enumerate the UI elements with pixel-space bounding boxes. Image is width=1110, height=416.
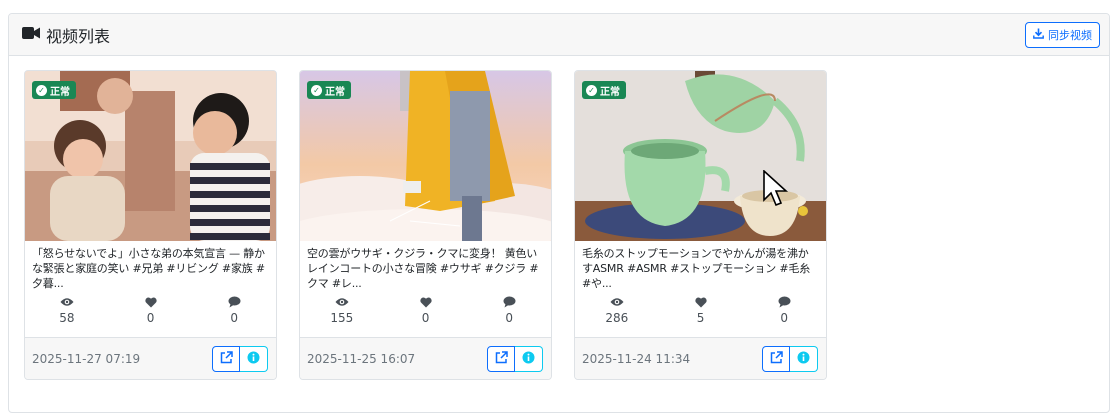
external-link-icon <box>220 349 233 368</box>
sync-videos-label: 同步视频 <box>1048 28 1092 42</box>
comments-stat: 0 <box>192 295 276 337</box>
heart-icon <box>694 295 708 309</box>
open-link-button[interactable] <box>762 345 790 372</box>
info-button[interactable] <box>240 345 268 372</box>
status-badge: ✓ 正常 <box>32 81 76 99</box>
video-camera-icon <box>22 25 40 44</box>
external-link-icon <box>770 349 783 368</box>
comments-count: 0 <box>505 311 513 325</box>
eye-icon <box>610 295 624 309</box>
eye-icon <box>335 295 349 309</box>
card-actions <box>212 345 268 372</box>
video-description: 「怒らせないでよ」小さな弟の本気宣言 — 静かな緊張と家庭の笑い #兄弟 #リビ… <box>32 247 265 290</box>
likes-count: 5 <box>696 311 705 325</box>
video-stats: 155 0 0 <box>300 291 551 337</box>
info-button[interactable] <box>790 345 818 372</box>
video-card: ✓ 正常 毛糸のストップモーションでやかんが湯を沸かすASMR #ASMR #ス… <box>574 70 827 380</box>
comment-icon <box>227 295 241 309</box>
comments-count: 0 <box>230 311 238 325</box>
card-actions <box>762 345 818 372</box>
views-stat: 155 <box>300 295 384 337</box>
eye-icon <box>60 295 74 309</box>
open-link-button[interactable] <box>487 345 515 372</box>
publish-date: 2025-11-27 07:19 <box>32 351 141 366</box>
likes-stat: 5 <box>659 295 743 337</box>
download-icon <box>1033 28 1044 42</box>
check-circle-icon: ✓ <box>36 84 47 96</box>
info-icon <box>522 349 535 368</box>
views-count: 286 <box>605 311 629 325</box>
comments-stat: 0 <box>742 295 826 337</box>
video-list-panel: 视频列表 同步视频 ✓ 正常 「怒らせないでよ」小さな弟の本気宣言 — 静かな緊… <box>8 13 1110 413</box>
likes-stat: 0 <box>109 295 193 337</box>
mouse-cursor-icon <box>763 169 789 212</box>
publish-date: 2025-11-25 16:07 <box>307 351 416 366</box>
video-description: 空の雲がウサギ・クジラ・クマに変身！ 黄色いレインコートの小さな冒険 #ウサギ … <box>307 247 539 290</box>
panel-title: 视频列表 <box>22 23 110 47</box>
comment-icon <box>777 295 791 309</box>
check-circle-icon: ✓ <box>586 84 597 96</box>
card-actions <box>487 345 543 372</box>
status-badge-label: 正常 <box>50 86 70 98</box>
video-description: 毛糸のストップモーションでやかんが湯を沸かすASMR #ASMR #ストップモー… <box>582 247 811 290</box>
views-stat: 58 <box>25 295 109 337</box>
status-badge: ✓ 正常 <box>582 81 626 99</box>
info-button[interactable] <box>515 345 543 372</box>
video-thumbnail[interactable]: ✓ 正常 <box>575 71 826 241</box>
status-badge-label: 正常 <box>600 86 620 98</box>
likes-count: 0 <box>146 311 155 325</box>
open-link-button[interactable] <box>212 345 240 372</box>
heart-icon <box>144 295 158 309</box>
video-card-list: ✓ 正常 「怒らせないでよ」小さな弟の本気宣言 — 静かな緊張と家庭の笑い #兄… <box>24 70 827 380</box>
video-thumbnail[interactable]: ✓ 正常 <box>25 71 276 241</box>
video-stats: 286 5 0 <box>575 291 826 337</box>
check-circle-icon: ✓ <box>311 84 322 96</box>
comment-icon <box>502 295 516 309</box>
likes-count: 0 <box>421 311 430 325</box>
status-badge-label: 正常 <box>325 86 345 98</box>
comments-count: 0 <box>780 311 788 325</box>
video-thumbnail[interactable]: ✓ 正常 <box>300 71 551 241</box>
info-icon <box>797 349 810 368</box>
video-card: ✓ 正常 「怒らせないでよ」小さな弟の本気宣言 — 静かな緊張と家庭の笑い #兄… <box>24 70 277 380</box>
comments-stat: 0 <box>467 295 551 337</box>
heart-icon <box>419 295 433 309</box>
views-stat: 286 <box>575 295 659 337</box>
card-footer: 2025-11-25 16:07 <box>300 337 551 379</box>
external-link-icon <box>495 349 508 368</box>
panel-header: 视频列表 同步视频 <box>9 14 1109 56</box>
panel-title-text: 视频列表 <box>46 26 111 46</box>
info-icon <box>247 349 260 368</box>
card-footer: 2025-11-27 07:19 <box>25 337 276 379</box>
video-card: ✓ 正常 空の雲がウサギ・クジラ・クマに変身！ 黄色いレインコートの小さな冒険 … <box>299 70 552 380</box>
likes-stat: 0 <box>384 295 468 337</box>
card-footer: 2025-11-24 11:34 <box>575 337 826 379</box>
status-badge: ✓ 正常 <box>307 81 351 99</box>
sync-videos-button[interactable]: 同步视频 <box>1025 21 1100 48</box>
publish-date: 2025-11-24 11:34 <box>582 351 691 366</box>
video-stats: 58 0 0 <box>25 291 276 337</box>
views-count: 155 <box>330 311 354 325</box>
views-count: 58 <box>59 311 75 325</box>
